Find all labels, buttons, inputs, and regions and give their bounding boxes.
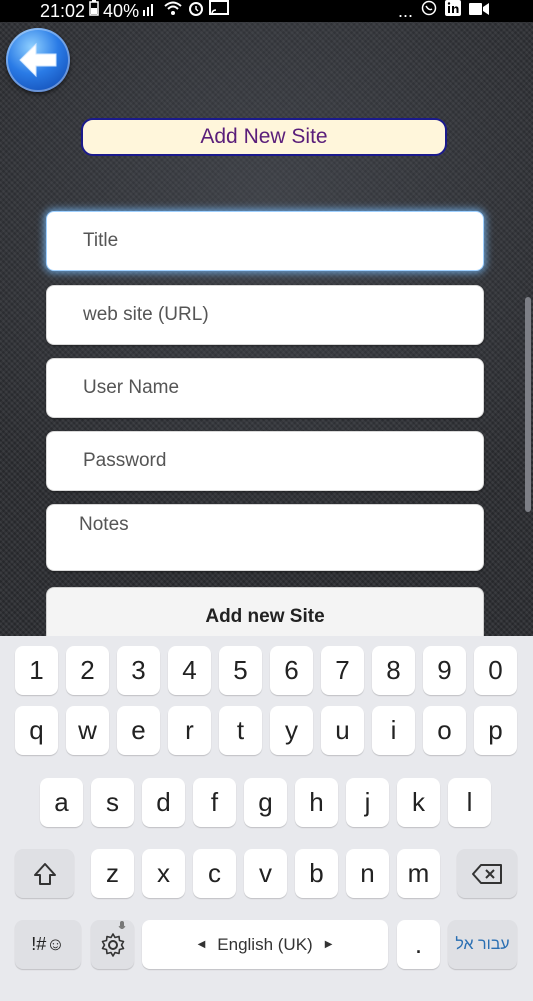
key-p[interactable]: p <box>474 706 517 755</box>
page-title: Add New Site <box>81 118 447 156</box>
url-field[interactable] <box>46 285 484 345</box>
battery-percent: 40% <box>103 0 140 21</box>
key-8[interactable]: 8 <box>372 646 415 695</box>
key-f[interactable]: f <box>193 778 236 827</box>
add-site-button[interactable]: Add new Site <box>46 587 484 636</box>
whatsapp-icon <box>421 0 437 22</box>
key-w[interactable]: w <box>66 706 109 755</box>
signal-icon <box>143 0 159 22</box>
key-5[interactable]: 5 <box>219 646 262 695</box>
language-switch-key[interactable]: עבור אל <box>448 920 517 969</box>
key-z[interactable]: z <box>91 849 134 898</box>
shift-icon <box>33 862 56 885</box>
key-c[interactable]: c <box>193 849 236 898</box>
username-input[interactable] <box>47 359 483 417</box>
key-x[interactable]: x <box>142 849 185 898</box>
key-7[interactable]: 7 <box>321 646 364 695</box>
cast-icon <box>209 0 230 22</box>
key-v[interactable]: v <box>244 849 287 898</box>
key-1[interactable]: 1 <box>15 646 58 695</box>
add-site-button-label: Add new Site <box>205 606 325 627</box>
page-title-text: Add New Site <box>200 125 328 148</box>
more-notifications: ... <box>397 0 413 21</box>
key-m[interactable]: m <box>397 849 440 898</box>
title-field[interactable] <box>46 211 484 271</box>
battery-icon <box>89 0 99 22</box>
key-9[interactable]: 9 <box>423 646 466 695</box>
app-screen: Add New Site Add new Site <box>0 22 533 636</box>
key-o[interactable]: o <box>423 706 466 755</box>
alarm-icon <box>187 0 205 22</box>
scrollbar[interactable] <box>525 297 531 512</box>
status-right: ... <box>398 0 489 22</box>
password-field[interactable] <box>46 431 484 491</box>
username-field[interactable] <box>46 358 484 418</box>
key-l[interactable]: l <box>448 778 491 827</box>
password-input[interactable] <box>47 432 483 490</box>
key-3[interactable]: 3 <box>117 646 160 695</box>
key-b[interactable]: b <box>295 849 338 898</box>
settings-key[interactable] <box>91 920 134 969</box>
mic-hint-icon <box>118 921 126 936</box>
key-0[interactable]: 0 <box>474 646 517 695</box>
on-screen-keyboard: 1 2 3 4 5 6 7 8 9 0 q w e r t y u i o p … <box>0 636 533 1001</box>
key-a[interactable]: a <box>40 778 83 827</box>
back-arrow-icon <box>19 42 57 78</box>
key-4[interactable]: 4 <box>168 646 211 695</box>
key-k[interactable]: k <box>397 778 440 827</box>
key-s[interactable]: s <box>91 778 134 827</box>
video-icon <box>469 0 489 22</box>
language-prev-icon: ◀ <box>197 939 206 950</box>
key-g[interactable]: g <box>244 778 287 827</box>
status-bar: 21:02 40% ... <box>0 0 533 22</box>
space-key[interactable]: ◀ English (UK) ▶ <box>142 920 388 969</box>
backspace-key[interactable] <box>457 849 517 898</box>
key-i[interactable]: i <box>372 706 415 755</box>
period-key[interactable]: . <box>397 920 440 969</box>
key-d[interactable]: d <box>142 778 185 827</box>
notes-field[interactable] <box>46 504 484 571</box>
key-j[interactable]: j <box>346 778 389 827</box>
key-6[interactable]: 6 <box>270 646 313 695</box>
key-u[interactable]: u <box>321 706 364 755</box>
key-t[interactable]: t <box>219 706 262 755</box>
key-r[interactable]: r <box>168 706 211 755</box>
linkedin-icon <box>445 0 461 22</box>
shift-key[interactable] <box>15 849 74 898</box>
key-h[interactable]: h <box>295 778 338 827</box>
key-y[interactable]: y <box>270 706 313 755</box>
backspace-icon <box>472 863 502 884</box>
symbols-key[interactable]: !#☺ <box>15 920 81 969</box>
notes-input[interactable] <box>47 505 483 570</box>
status-left: 21:02 40% <box>40 0 230 22</box>
clock: 21:02 <box>40 0 86 21</box>
key-2[interactable]: 2 <box>66 646 109 695</box>
key-q[interactable]: q <box>15 706 58 755</box>
title-input[interactable] <box>47 212 483 270</box>
wifi-icon <box>163 0 183 22</box>
key-n[interactable]: n <box>346 849 389 898</box>
language-next-icon: ▶ <box>324 939 333 950</box>
key-e[interactable]: e <box>117 706 160 755</box>
back-button[interactable] <box>6 28 70 92</box>
language-label: English (UK) <box>217 934 313 954</box>
url-input[interactable] <box>47 286 483 344</box>
